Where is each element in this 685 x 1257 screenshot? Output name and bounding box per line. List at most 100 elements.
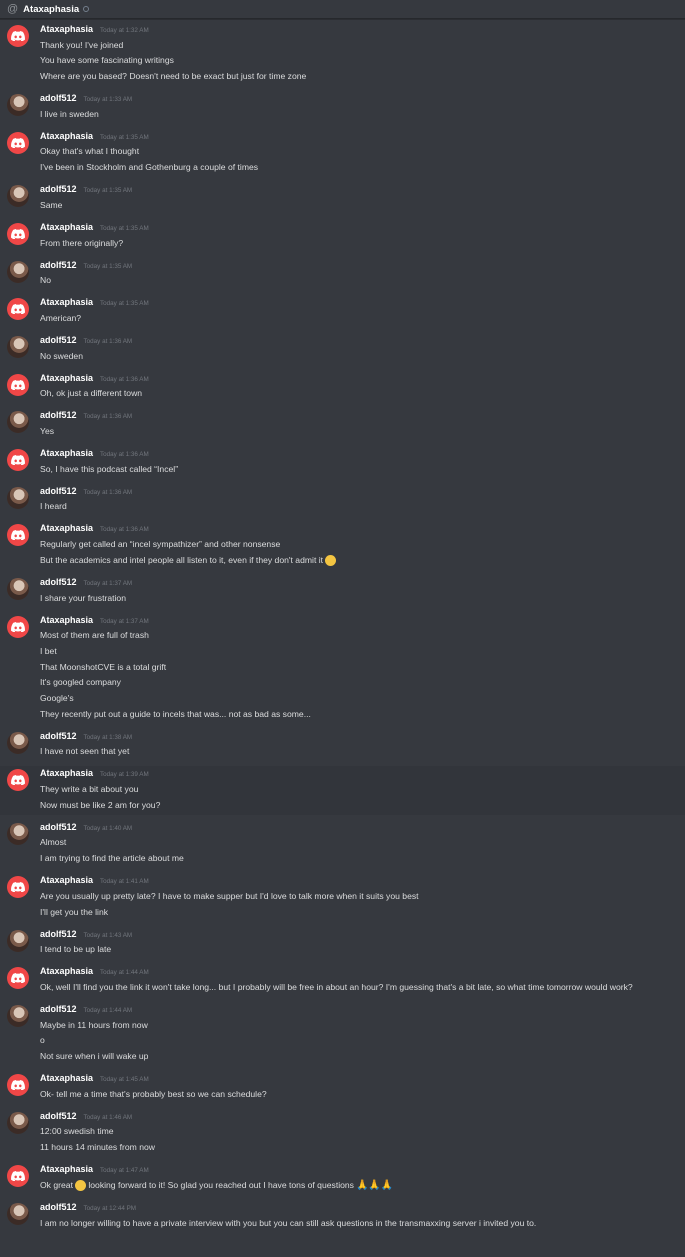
- discord-logo-icon[interactable]: [7, 448, 29, 471]
- message-header: adolf512 Today at 1:36 AM: [40, 410, 685, 421]
- user-avatar[interactable]: [7, 335, 29, 358]
- author-name[interactable]: Ataxaphasia: [40, 297, 93, 308]
- author-name[interactable]: adolf512: [40, 822, 77, 833]
- author-name[interactable]: Ataxaphasia: [40, 966, 93, 977]
- author-name[interactable]: Ataxaphasia: [40, 615, 93, 626]
- message-group: adolf512 Today at 1:46 AM 12:00 swedish ti…: [0, 1109, 685, 1157]
- discord-logo-icon[interactable]: [7, 298, 29, 321]
- message-text: I'll get you the link: [40, 907, 685, 918]
- message-text-part: Ok great: [40, 1179, 73, 1190]
- message-header: adolf512 Today at 1:35 AM: [40, 184, 685, 195]
- author-name[interactable]: adolf512: [40, 929, 77, 940]
- message-group: Ataxaphasia Today at 1:36 AM So, I have th…: [0, 446, 685, 479]
- author-name[interactable]: Ataxaphasia: [40, 768, 93, 779]
- message-text: Most of them are full of trash: [40, 630, 685, 641]
- author-name[interactable]: adolf512: [40, 184, 77, 195]
- user-avatar[interactable]: [7, 731, 29, 754]
- author-name[interactable]: Ataxaphasia: [40, 1073, 93, 1084]
- user-avatar[interactable]: [7, 1004, 29, 1027]
- author-name[interactable]: adolf512: [40, 1004, 77, 1015]
- discord-logo-icon[interactable]: [7, 876, 29, 899]
- discord-logo-icon[interactable]: [7, 524, 29, 547]
- author-name[interactable]: Ataxaphasia: [40, 1164, 93, 1175]
- message-text: I am no longer willing to have a private…: [40, 1218, 685, 1229]
- praying-hands-emoji-icon: 🙏🙏🙏: [355, 1179, 394, 1191]
- user-avatar[interactable]: [7, 486, 29, 509]
- message-text-content: I have not seen that yet: [40, 746, 130, 757]
- author-name[interactable]: Ataxaphasia: [40, 373, 93, 384]
- user-avatar[interactable]: [7, 822, 29, 845]
- message-text-content: No sweden: [40, 350, 83, 361]
- author-name[interactable]: Ataxaphasia: [40, 131, 93, 142]
- message-group: adolf512 Today at 1:36 AM Yes: [0, 408, 685, 441]
- message-text: Oh, ok just a different town: [40, 388, 685, 399]
- at-sign-icon: @: [7, 2, 19, 15]
- message-text: I am trying to find the article about me: [40, 853, 685, 864]
- message-group: Ataxaphasia Today at 1:47 AM Ok great look…: [0, 1162, 685, 1195]
- user-avatar[interactable]: [7, 1202, 29, 1225]
- message-text-content: Maybe in 11 hours from now: [40, 1019, 148, 1030]
- message-header: Ataxaphasia Today at 1:47 AM: [40, 1164, 685, 1175]
- author-name[interactable]: adolf512: [40, 486, 77, 497]
- message-timestamp: Today at 1:36 AM: [100, 526, 149, 534]
- discord-logo-icon[interactable]: [7, 615, 29, 638]
- slight-smile-emoji-icon: [325, 554, 337, 566]
- message-text: Ok great looking forward to it! So glad …: [40, 1180, 685, 1191]
- message-text: So, I have this podcast called “Incel”: [40, 464, 685, 475]
- message-header: Ataxaphasia Today at 1:41 AM: [40, 875, 685, 886]
- message-text: You have some fascinating writings: [40, 55, 685, 66]
- message-timestamp: Today at 1:35 AM: [100, 133, 149, 141]
- message-header: Ataxaphasia Today at 1:45 AM: [40, 1073, 685, 1084]
- message-list[interactable]: Ataxaphasia Today at 1:32 AM Thank you! I'…: [0, 22, 685, 1238]
- message-group: Ataxaphasia Today at 1:35 AM From there or…: [0, 220, 685, 253]
- author-name[interactable]: adolf512: [40, 1111, 77, 1122]
- user-avatar[interactable]: [7, 411, 29, 434]
- author-name[interactable]: adolf512: [40, 335, 77, 346]
- message-header: Ataxaphasia Today at 1:36 AM: [40, 373, 685, 384]
- user-avatar[interactable]: [7, 577, 29, 600]
- message-timestamp: Today at 1:35 AM: [100, 224, 149, 232]
- user-avatar[interactable]: [7, 929, 29, 952]
- user-avatar[interactable]: [7, 260, 29, 283]
- discord-logo-icon[interactable]: [7, 769, 29, 792]
- author-name[interactable]: Ataxaphasia: [40, 222, 93, 233]
- message-timestamp: Today at 1:35 AM: [100, 300, 149, 308]
- author-name[interactable]: adolf512: [40, 1202, 77, 1213]
- user-avatar[interactable]: [7, 94, 29, 117]
- message-timestamp: Today at 1:37 AM: [83, 579, 133, 587]
- message-group: Ataxaphasia Today at 1:45 AM Ok- tell me a…: [0, 1071, 685, 1104]
- author-name[interactable]: adolf512: [40, 577, 77, 588]
- author-name[interactable]: adolf512: [40, 410, 77, 421]
- author-name[interactable]: Ataxaphasia: [40, 523, 93, 534]
- discord-logo-icon[interactable]: [7, 222, 29, 245]
- message-text: They recently put out a guide to incels …: [40, 709, 685, 720]
- user-avatar[interactable]: [7, 185, 29, 208]
- author-name[interactable]: Ataxaphasia: [40, 24, 93, 35]
- message-header: adolf512 Today at 1:43 AM: [40, 929, 685, 940]
- message-text: I share your frustration: [40, 593, 685, 604]
- message-header: Ataxaphasia Today at 1:37 AM: [40, 615, 685, 626]
- message-text-content: Ok- tell me a time that's probably best …: [40, 1088, 267, 1099]
- message-text: Regularly get called an “incel sympathiz…: [40, 539, 685, 550]
- user-avatar[interactable]: [7, 1111, 29, 1134]
- message-timestamp: Today at 1:35 AM: [83, 262, 133, 270]
- author-name[interactable]: adolf512: [40, 93, 77, 104]
- author-name[interactable]: Ataxaphasia: [40, 448, 93, 459]
- discord-logo-icon[interactable]: [7, 967, 29, 990]
- discord-logo-icon[interactable]: [7, 25, 29, 47]
- message-header: Ataxaphasia Today at 1:36 AM: [40, 448, 685, 459]
- discord-logo-icon[interactable]: [7, 1073, 29, 1096]
- discord-logo-icon[interactable]: [7, 373, 29, 396]
- message-text: Now must be like 2 am for you?: [40, 800, 685, 811]
- message-text-content: Are you usually up pretty late? I have t…: [40, 890, 419, 901]
- message-text: Same: [40, 200, 685, 211]
- author-name[interactable]: adolf512: [40, 260, 77, 271]
- message-text: 12:00 swedish time: [40, 1126, 685, 1137]
- message-text-content: 11 hours 14 minutes from now: [40, 1142, 155, 1153]
- discord-logo-icon[interactable]: [7, 1165, 29, 1188]
- message-text: But the academics and intel people all l…: [40, 555, 685, 566]
- message-header: Ataxaphasia Today at 1:35 AM: [40, 222, 685, 233]
- discord-logo-icon[interactable]: [7, 131, 29, 154]
- author-name[interactable]: Ataxaphasia: [40, 875, 93, 886]
- author-name[interactable]: adolf512: [40, 731, 77, 742]
